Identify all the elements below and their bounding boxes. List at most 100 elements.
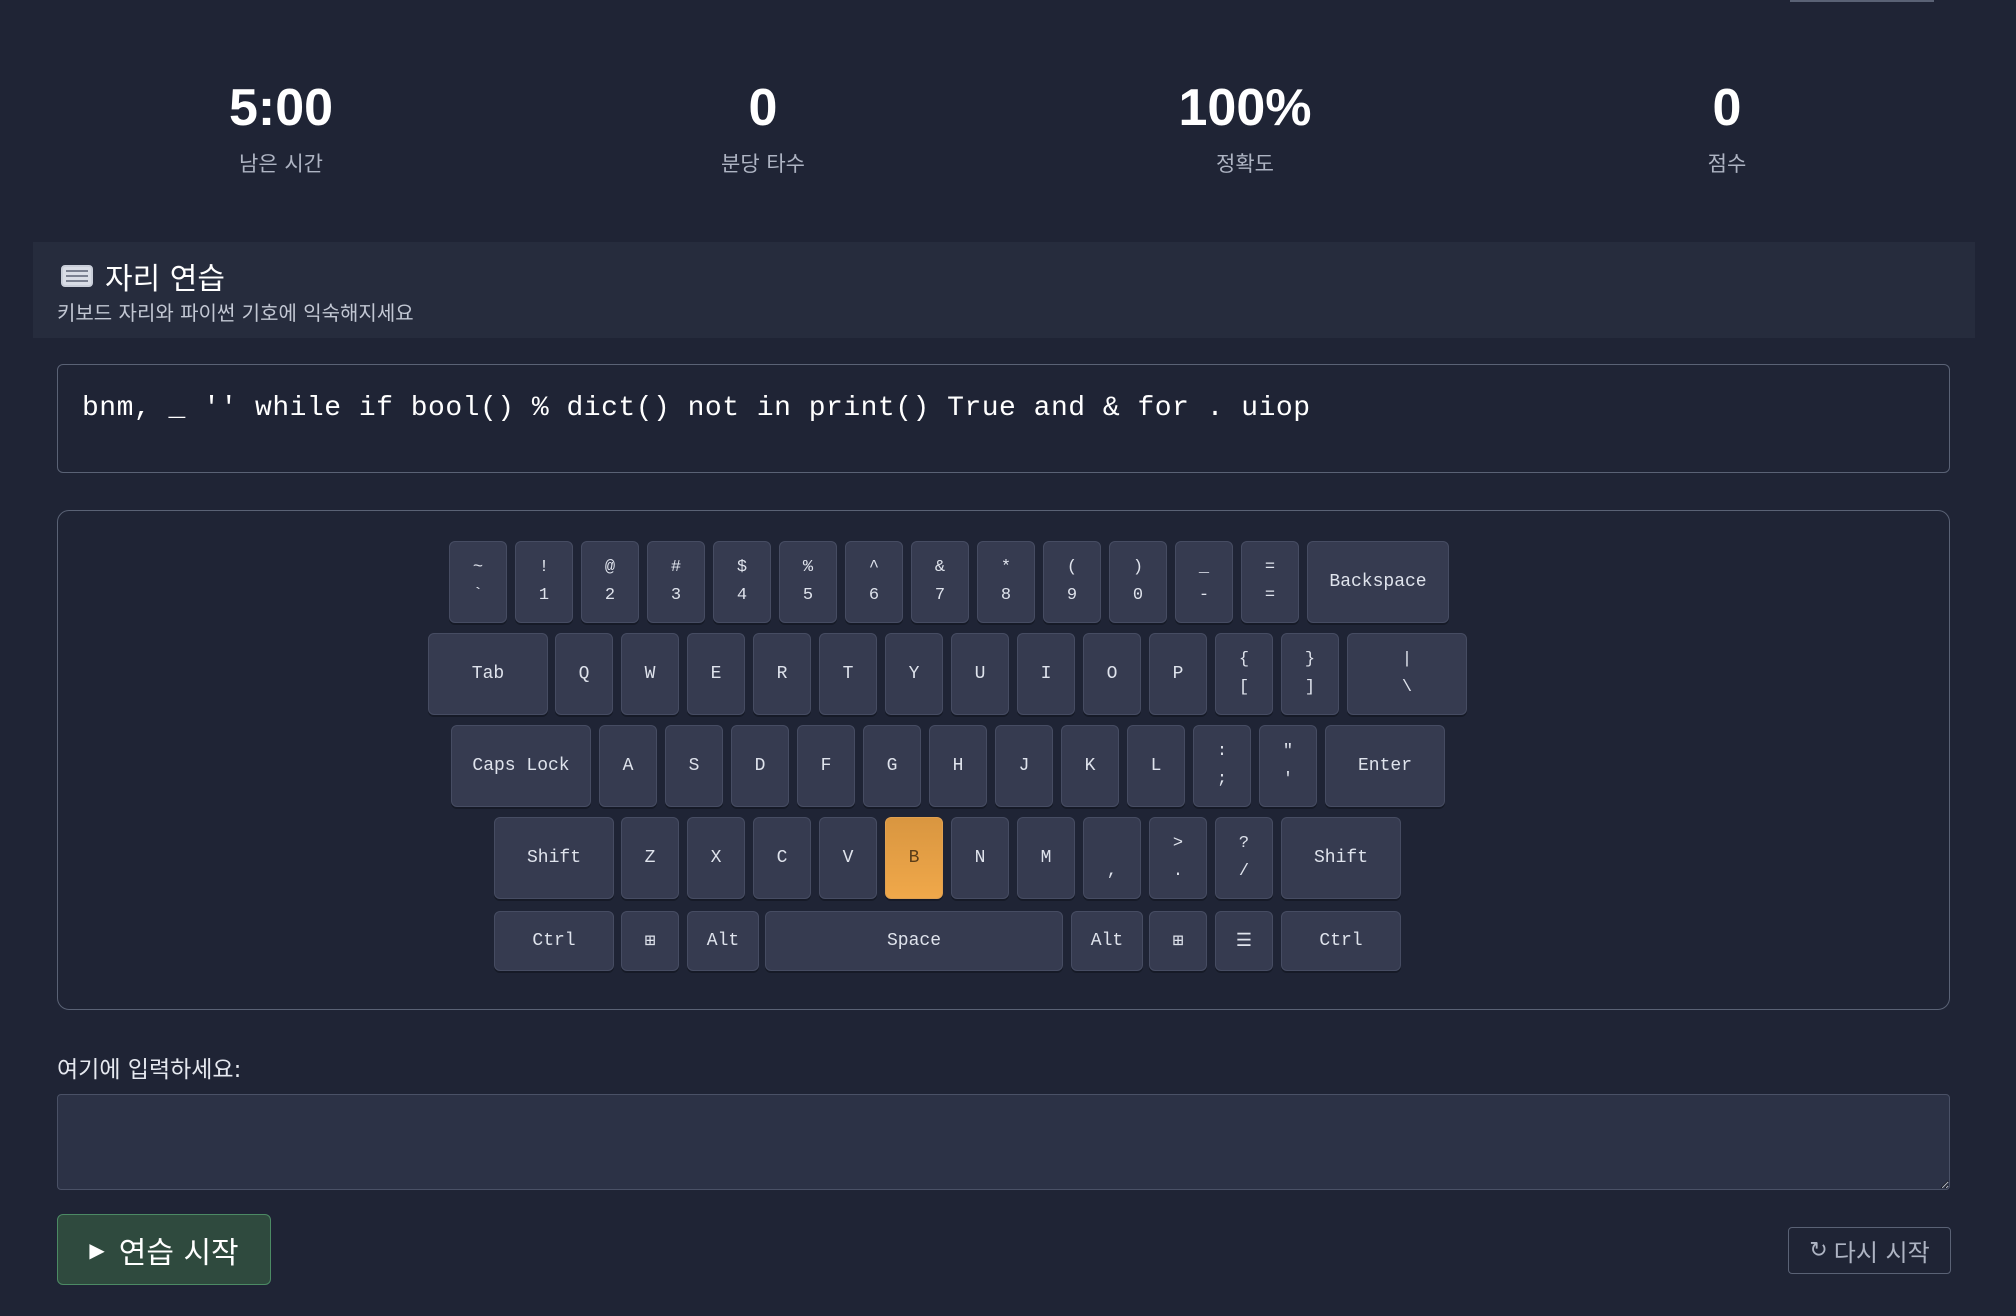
key-label: R (776, 664, 788, 684)
key-t: T (819, 633, 877, 715)
key-label: U (974, 664, 986, 684)
key-alt: Alt (687, 911, 759, 971)
keyboard-icon (61, 265, 93, 287)
stat-wpm: 0 분당 타수 (613, 72, 913, 178)
key-shift-char: = (1264, 558, 1276, 577)
key-tab: Tab (428, 633, 548, 715)
key-shift-char: & (934, 558, 946, 577)
key-base-char: ` (472, 586, 484, 605)
typing-input[interactable] (57, 1094, 1950, 1190)
key-shift-char: } (1304, 650, 1316, 669)
key-u: U (951, 633, 1009, 715)
key-shift: Shift (1281, 817, 1401, 899)
key-symbol-row3-11: " ' (1259, 725, 1317, 807)
restart-label: 다시 시작 (1833, 1239, 1930, 1267)
section-title: 자리 연습 (61, 254, 225, 298)
key-shift-char: > (1172, 834, 1184, 853)
section-header: 자리 연습 키보드 자리와 파이썬 기호에 익숙해지세요 (33, 242, 1975, 338)
key-label: K (1084, 756, 1096, 776)
key-symbol-row1-12: = = (1241, 541, 1299, 623)
virtual-keyboard: ~ `! 1 @2 #3 $4% 5 ^ 6 & 7 * 8(9) 0 _ - = = Backspace Tab Q W… (57, 510, 1950, 1010)
target-text-box: bnm, _ '' while if bool() % dict() not i… (57, 364, 1950, 473)
key-label: D (754, 756, 766, 776)
key-label: P (1172, 664, 1184, 684)
key-symbol-row4-8: , (1083, 817, 1141, 899)
key-label: Ctrl (532, 931, 576, 951)
key-base-char: 1 (538, 586, 550, 605)
key-q: Q (555, 633, 613, 715)
key-symbol-row2-13: | \ (1347, 633, 1467, 715)
stat-score-label: 점수 (1707, 152, 1747, 176)
key-shift-char: ~ (472, 558, 484, 577)
key-y: Y (885, 633, 943, 715)
key-symbol-row1-10: ) 0 (1109, 541, 1167, 623)
key-label: Space (886, 931, 941, 951)
key-label: J (1018, 756, 1030, 776)
key-base-char: = (1264, 586, 1276, 605)
stat-accuracy-label: 정확도 (1216, 152, 1274, 176)
key-base-char: - (1198, 586, 1210, 605)
key-ctrl: Ctrl (494, 911, 614, 971)
key-base-char: 7 (934, 586, 946, 605)
key-r: R (753, 633, 811, 715)
key-shift-char: ( (1066, 558, 1078, 577)
key-shift-char: | (1401, 650, 1413, 669)
key-shift-char: { (1238, 650, 1250, 669)
play-icon: ▶ (89, 1237, 105, 1262)
stats-bar: 5:00 남은 시간 0 분당 타수 100% 정확도 0 점수 (0, 72, 2016, 192)
key-symbol-row1-7: & 7 (911, 541, 969, 623)
typing-practice-page: 5:00 남은 시간 0 분당 타수 100% 정확도 0 점수 자리 연습 키… (0, 0, 2016, 1316)
key-base-char: 2 (604, 586, 616, 605)
key-shift-char: ) (1132, 558, 1144, 577)
key-shift-char: $ (736, 558, 748, 577)
key-symbol-row2-12: }] (1281, 633, 1339, 715)
key-base-char: \ (1401, 678, 1413, 697)
key-label: Backspace (1329, 572, 1427, 592)
key-label: E (710, 664, 722, 684)
key-v: V (819, 817, 877, 899)
key-label: H (952, 756, 964, 776)
key-symbol-row1-9: (9 (1043, 541, 1101, 623)
key-b: B (885, 817, 943, 899)
key-label: A (622, 756, 634, 776)
key-j: J (995, 725, 1053, 807)
key-enter: Enter (1325, 725, 1445, 807)
key-label: I (1040, 664, 1052, 684)
key-shift-char: ^ (868, 558, 880, 577)
stat-wpm-value: 0 (748, 79, 778, 137)
stat-accuracy: 100% 정확도 (1095, 72, 1395, 178)
key-a: A (599, 725, 657, 807)
key-label: ☰ (1235, 932, 1253, 952)
key-label: Z (644, 848, 656, 868)
key-base-char: 4 (736, 586, 748, 605)
key-symbol-row1-8: * 8 (977, 541, 1035, 623)
key-label: B (908, 848, 920, 868)
key-base-char: 5 (802, 586, 814, 605)
key-symbol: ☰ (1215, 911, 1273, 971)
key-label: Q (578, 664, 590, 684)
start-practice-button[interactable]: ▶ 연습 시작 (57, 1214, 271, 1285)
key-label: Alt (1090, 931, 1124, 951)
key-label: Tab (471, 664, 505, 684)
restart-button[interactable]: ↻ 다시 시작 (1788, 1227, 1951, 1274)
key-label: Enter (1357, 756, 1412, 776)
key-shift-char: : (1216, 742, 1228, 761)
input-label: 여기에 입력하세요: (57, 1057, 242, 1083)
key-shift-char: # (670, 558, 682, 577)
key-label: Y (908, 664, 920, 684)
key-label: V (842, 848, 854, 868)
target-text: bnm, _ '' while if bool() % dict() not i… (82, 393, 1311, 424)
stat-time: 5:00 남은 시간 (131, 72, 431, 178)
key-shift-char: ! (538, 558, 550, 577)
key-label: Ctrl (1319, 931, 1363, 951)
key-label: Shift (526, 848, 581, 868)
key-symbol-row2-11: {[ (1215, 633, 1273, 715)
key-label: W (644, 664, 656, 684)
key-base-char: , (1106, 862, 1118, 881)
key-shift-char: ? (1238, 834, 1250, 853)
key-backspace: Backspace (1307, 541, 1449, 623)
key-label: M (1040, 848, 1052, 868)
section-subtitle: 키보드 자리와 파이썬 기호에 익숙해지세요 (57, 301, 414, 325)
key-shift-char: % (802, 558, 814, 577)
key-symbol-row1-4: $4 (713, 541, 771, 623)
